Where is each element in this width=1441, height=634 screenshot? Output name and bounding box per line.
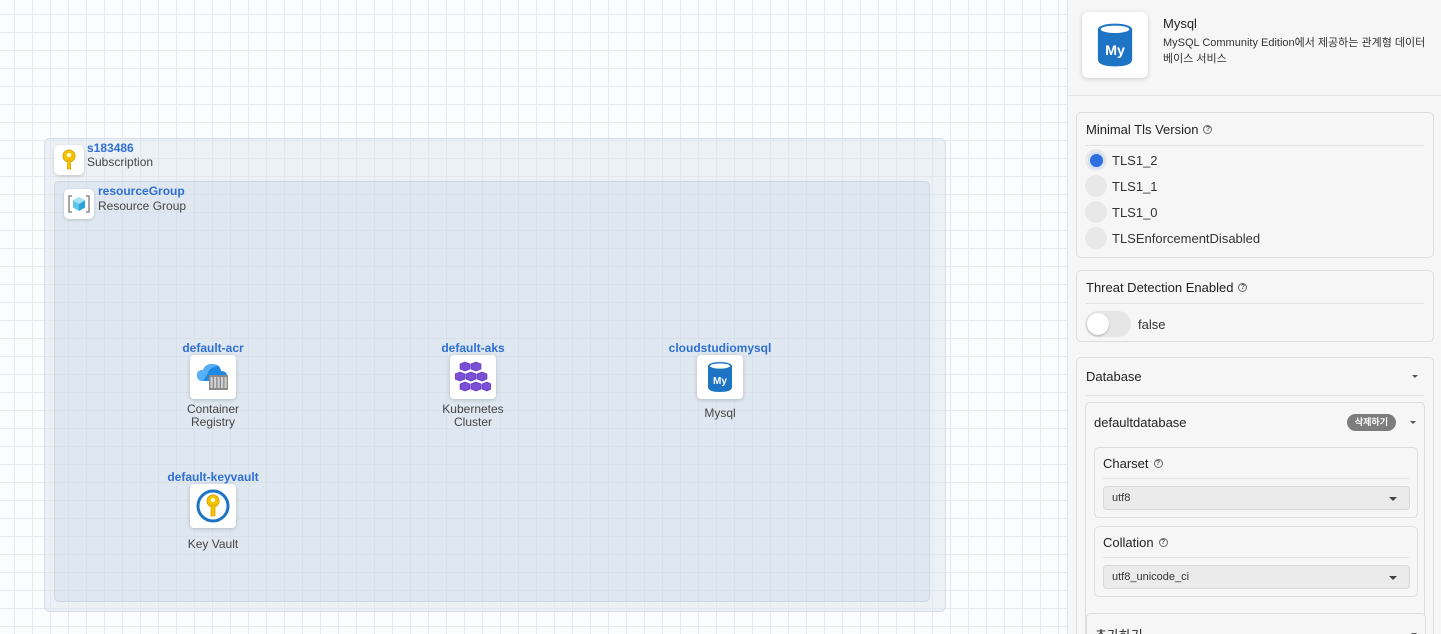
- svg-text:My: My: [713, 376, 727, 387]
- collation-label: Collation ?: [1095, 527, 1417, 557]
- subscription-key-icon: [54, 145, 84, 175]
- add-database-label: 추가하기: [1095, 625, 1143, 634]
- node-name: cloudstudiomysql: [668, 341, 772, 355]
- charset-label: Charset ?: [1095, 448, 1417, 478]
- node-default-keyvault[interactable]: default-keyvault Key Vault: [158, 470, 268, 551]
- delete-button[interactable]: 삭제하기: [1346, 413, 1396, 431]
- database-label: Database: [1086, 369, 1142, 384]
- key-vault-icon: [190, 484, 236, 528]
- node-type: Kubernetes Cluster: [442, 402, 504, 429]
- svg-text:My: My: [1105, 43, 1125, 59]
- radio-tls1-0[interactable]: TLS1_0: [1077, 199, 1433, 225]
- charset-select[interactable]: utf8: [1103, 486, 1410, 510]
- resource-group-name[interactable]: resourceGroup: [98, 184, 185, 198]
- chevron-down-icon: [1389, 497, 1397, 501]
- help-icon[interactable]: ?: [1238, 282, 1248, 292]
- resource-group-icon: [64, 189, 94, 219]
- database-item: defaultdatabase 삭제하기 Charset ? utf8 Coll…: [1085, 402, 1426, 634]
- node-cloudstudiomysql[interactable]: cloudstudiomysql My Mysql: [665, 341, 775, 420]
- panel-header: My Mysql MySQL Community Edition에서 제공하는 …: [1068, 0, 1441, 96]
- threat-detection-toggle[interactable]: [1085, 311, 1131, 337]
- chevron-down-icon: [1389, 576, 1397, 580]
- radio-unchecked-icon[interactable]: [1085, 175, 1107, 197]
- tls-version-card: Minimal Tls Version ? TLS1_2 TLS1_1 TLS1…: [1076, 112, 1434, 258]
- panel-title: Mysql: [1163, 16, 1197, 31]
- radio-tls1-2[interactable]: TLS1_2: [1077, 147, 1433, 173]
- radio-checked-icon[interactable]: [1085, 149, 1107, 171]
- subscription-name[interactable]: s183486: [87, 141, 134, 155]
- panel-description: MySQL Community Edition에서 제공하는 관계형 데이터베이…: [1163, 37, 1426, 65]
- threat-detection-label: Threat Detection Enabled ?: [1077, 271, 1433, 303]
- mysql-icon: My: [1082, 12, 1148, 78]
- node-type: Container Registry: [186, 402, 240, 429]
- kubernetes-icon: [450, 355, 496, 399]
- radio-tls-disabled[interactable]: TLSEnforcementDisabled: [1077, 225, 1433, 251]
- radio-unchecked-icon[interactable]: [1085, 227, 1107, 249]
- radio-tls1-1[interactable]: TLS1_1: [1077, 173, 1433, 199]
- help-icon[interactable]: ?: [1158, 537, 1168, 547]
- database-card: Database defaultdatabase 삭제하기 Charset ?: [1076, 357, 1434, 634]
- node-type: Key Vault: [187, 537, 239, 551]
- properties-panel: My Mysql MySQL Community Edition에서 제공하는 …: [1067, 0, 1441, 634]
- add-database-row[interactable]: 추가하기: [1086, 613, 1426, 634]
- resource-group-type: Resource Group: [98, 199, 187, 213]
- node-name: default-acr: [182, 341, 244, 355]
- threat-detection-card: Threat Detection Enabled ? false: [1076, 270, 1434, 342]
- charset-card: Charset ? utf8: [1094, 447, 1418, 518]
- database-header[interactable]: Database: [1077, 358, 1433, 395]
- help-icon[interactable]: ?: [1203, 124, 1213, 134]
- chevron-down-icon[interactable]: [1410, 420, 1416, 424]
- node-default-acr[interactable]: default-acr Container Registry: [158, 341, 268, 429]
- node-type: Mysql: [704, 406, 736, 420]
- radio-unchecked-icon[interactable]: [1085, 201, 1107, 223]
- database-item-name: defaultdatabase: [1094, 414, 1187, 430]
- mysql-icon: My: [697, 355, 743, 399]
- tls-version-label: Minimal Tls Version ?: [1077, 113, 1433, 145]
- node-name: default-aks: [441, 341, 505, 355]
- container-registry-icon: [190, 355, 236, 399]
- node-name: default-keyvault: [167, 470, 259, 484]
- chevron-down-icon[interactable]: [1412, 375, 1418, 378]
- collation-select[interactable]: utf8_unicode_ci: [1103, 565, 1410, 589]
- subscription-type: Subscription: [87, 155, 154, 169]
- help-icon[interactable]: ?: [1153, 458, 1163, 468]
- threat-detection-value: false: [1138, 316, 1166, 332]
- collation-card: Collation ? utf8_unicode_ci: [1094, 526, 1418, 597]
- diagram-canvas[interactable]: s183486 Subscription resourceGroup Resou…: [0, 0, 1067, 634]
- node-default-aks[interactable]: default-aks Kubernetes Cluster: [418, 341, 528, 429]
